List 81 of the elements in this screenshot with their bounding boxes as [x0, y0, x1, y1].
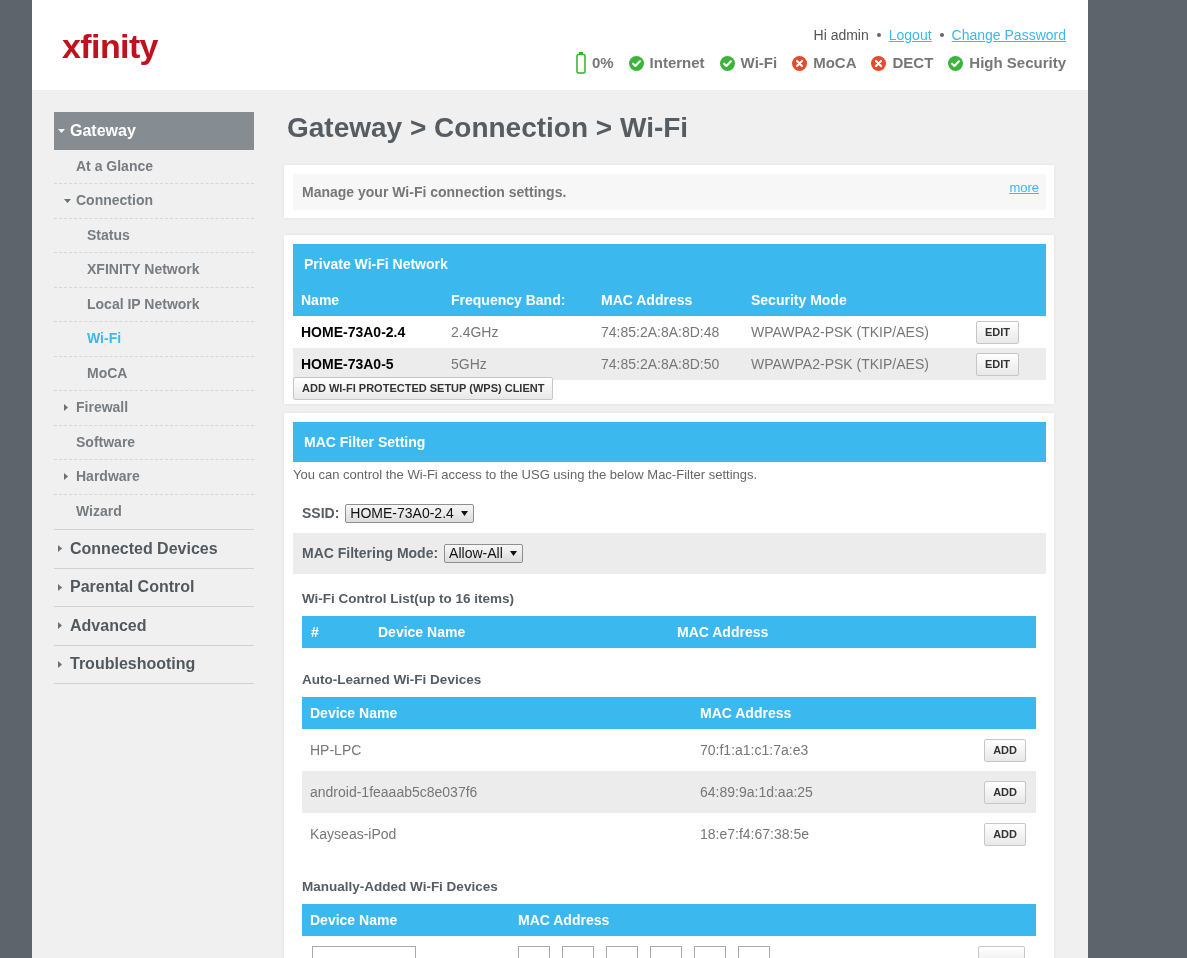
nav-subitem[interactable]: Wi-Fi — [54, 322, 254, 357]
nav-subitem[interactable]: Wizard — [54, 494, 254, 529]
caret-right-icon[interactable] — [58, 545, 62, 553]
caret-down-icon[interactable] — [58, 128, 65, 133]
caret-right-icon[interactable] — [58, 660, 62, 668]
status-label: DECT — [892, 54, 934, 72]
caret-right-icon[interactable] — [64, 404, 68, 412]
table-cell-text: 64:89:9a:1d:aa:25 — [699, 782, 814, 802]
more-link[interactable]: more — [1009, 178, 1039, 198]
column-header: Device Name — [309, 703, 399, 723]
header-link[interactable]: Change Password — [951, 27, 1066, 43]
status-label: 0% — [591, 54, 614, 72]
nav-subitem[interactable]: Hardware — [54, 460, 254, 495]
brand-logo: xfinity — [62, 29, 158, 63]
intro-text: Manage your Wi-Fi connection settings. — [302, 182, 567, 202]
table-cell-text: HOME-73A0-5 — [300, 354, 395, 374]
filter-mode-dropdown[interactable]: Allow-All — [444, 544, 523, 563]
caret-right-icon[interactable] — [58, 622, 62, 630]
nav-item[interactable]: Advanced — [54, 607, 254, 645]
table-cell-text: 5GHz — [450, 354, 488, 374]
column-header: Device Name — [309, 910, 399, 930]
nav-subitem[interactable]: Local IP Network — [54, 287, 254, 322]
column-header: MAC Address — [699, 703, 793, 723]
caret-down-icon[interactable] — [64, 198, 71, 203]
table-cell-text: WPAWPA2-PSK (TKIP/AES) — [750, 354, 930, 374]
table-cell-text: 2.4GHz — [450, 322, 500, 342]
nav-subitem[interactable]: Status — [54, 218, 254, 253]
greeting-text: Hi admin — [813, 27, 869, 43]
caret-down-icon — [460, 510, 468, 516]
description-text: You can control the Wi-Fi access to the USG using the below Mac-Filter settings. — [293, 467, 759, 483]
nav-subitem[interactable]: At a Glance — [54, 149, 254, 184]
status-label: Wi-Fi — [740, 54, 778, 72]
caret-right-icon[interactable] — [64, 473, 68, 481]
table-cell-text: 18:e7:f4:67:38:5e — [699, 824, 810, 844]
caret-down-icon — [509, 551, 517, 556]
edit-button[interactable]: EDIT — [976, 320, 1020, 344]
column-header: Name — [300, 290, 341, 310]
section-header: Private Wi-Fi Network — [293, 244, 1046, 284]
nav-item[interactable]: Troubleshooting — [54, 645, 254, 683]
nav-subitem[interactable]: Software — [54, 425, 254, 460]
nav-subitem[interactable]: Firewall — [54, 391, 254, 426]
caret-right-icon[interactable] — [58, 583, 62, 591]
header-link[interactable]: Logout — [888, 27, 932, 43]
table-cell-text: android-1feaaab5c8e037f6 — [309, 782, 479, 802]
ssid-dropdown[interactable]: HOME-73A0-2.4 — [345, 503, 474, 523]
edit-button[interactable]: EDIT — [976, 352, 1020, 376]
nav-subitem[interactable]: XFINITY Network — [54, 253, 254, 288]
nav-item[interactable]: Connected Devices — [54, 530, 254, 568]
column-header: MAC Address — [676, 622, 770, 642]
subsection-title: Auto-Learned Wi-Fi Devices — [302, 672, 483, 688]
column-header: Security Mode — [750, 290, 848, 310]
nav-item[interactable]: Gateway — [54, 112, 254, 150]
table-cell-text: WPAWPA2-PSK (TKIP/AES) — [750, 322, 930, 342]
table-cell-text: 70:f1:a1:c1:7a:e3 — [699, 740, 810, 760]
nav-subitem[interactable]: MoCA — [54, 356, 254, 391]
table-cell-text: 74:85:2A:8A:8D:50 — [600, 354, 721, 374]
section-header: MAC Filter Setting — [293, 422, 1046, 462]
field-label: MAC Filtering Mode: — [302, 544, 439, 563]
add-button[interactable]: ADD — [984, 780, 1026, 804]
field-label: SSID: — [302, 503, 340, 523]
table-cell-text: Kayseas-iPod — [309, 824, 398, 844]
subsection-title: Manually-Added Wi-Fi Devices — [302, 879, 499, 895]
nav-subitem[interactable]: Connection — [54, 184, 254, 219]
status-label: High Security — [969, 54, 1066, 72]
table-cell-text: HP-LPC — [309, 740, 363, 760]
add-button[interactable]: ADD — [984, 738, 1026, 762]
column-header: Frequency Band: — [450, 290, 567, 310]
column-header: MAC Address — [517, 910, 611, 930]
subsection-title: Wi-Fi Control List(up to 16 items) — [302, 591, 516, 607]
table-cell-text: 74:85:2A:8A:8D:48 — [600, 322, 721, 342]
column-header: Device Name — [377, 622, 467, 642]
column-header: MAC Address — [600, 290, 694, 310]
table-cell-text: HOME-73A0-2.4 — [300, 322, 407, 342]
nav-item[interactable]: Parental Control — [54, 568, 254, 606]
column-header: # — [310, 622, 320, 642]
status-label: Internet — [649, 54, 705, 72]
status-label: MoCA — [813, 54, 857, 72]
add-button[interactable]: ADD — [984, 822, 1026, 846]
wps-button[interactable]: ADD WI-FI PROTECTED SETUP (WPS) CLIENT — [293, 377, 554, 400]
page-title: Gateway > Connection > Wi-Fi — [287, 112, 690, 144]
battery-icon — [575, 52, 586, 74]
